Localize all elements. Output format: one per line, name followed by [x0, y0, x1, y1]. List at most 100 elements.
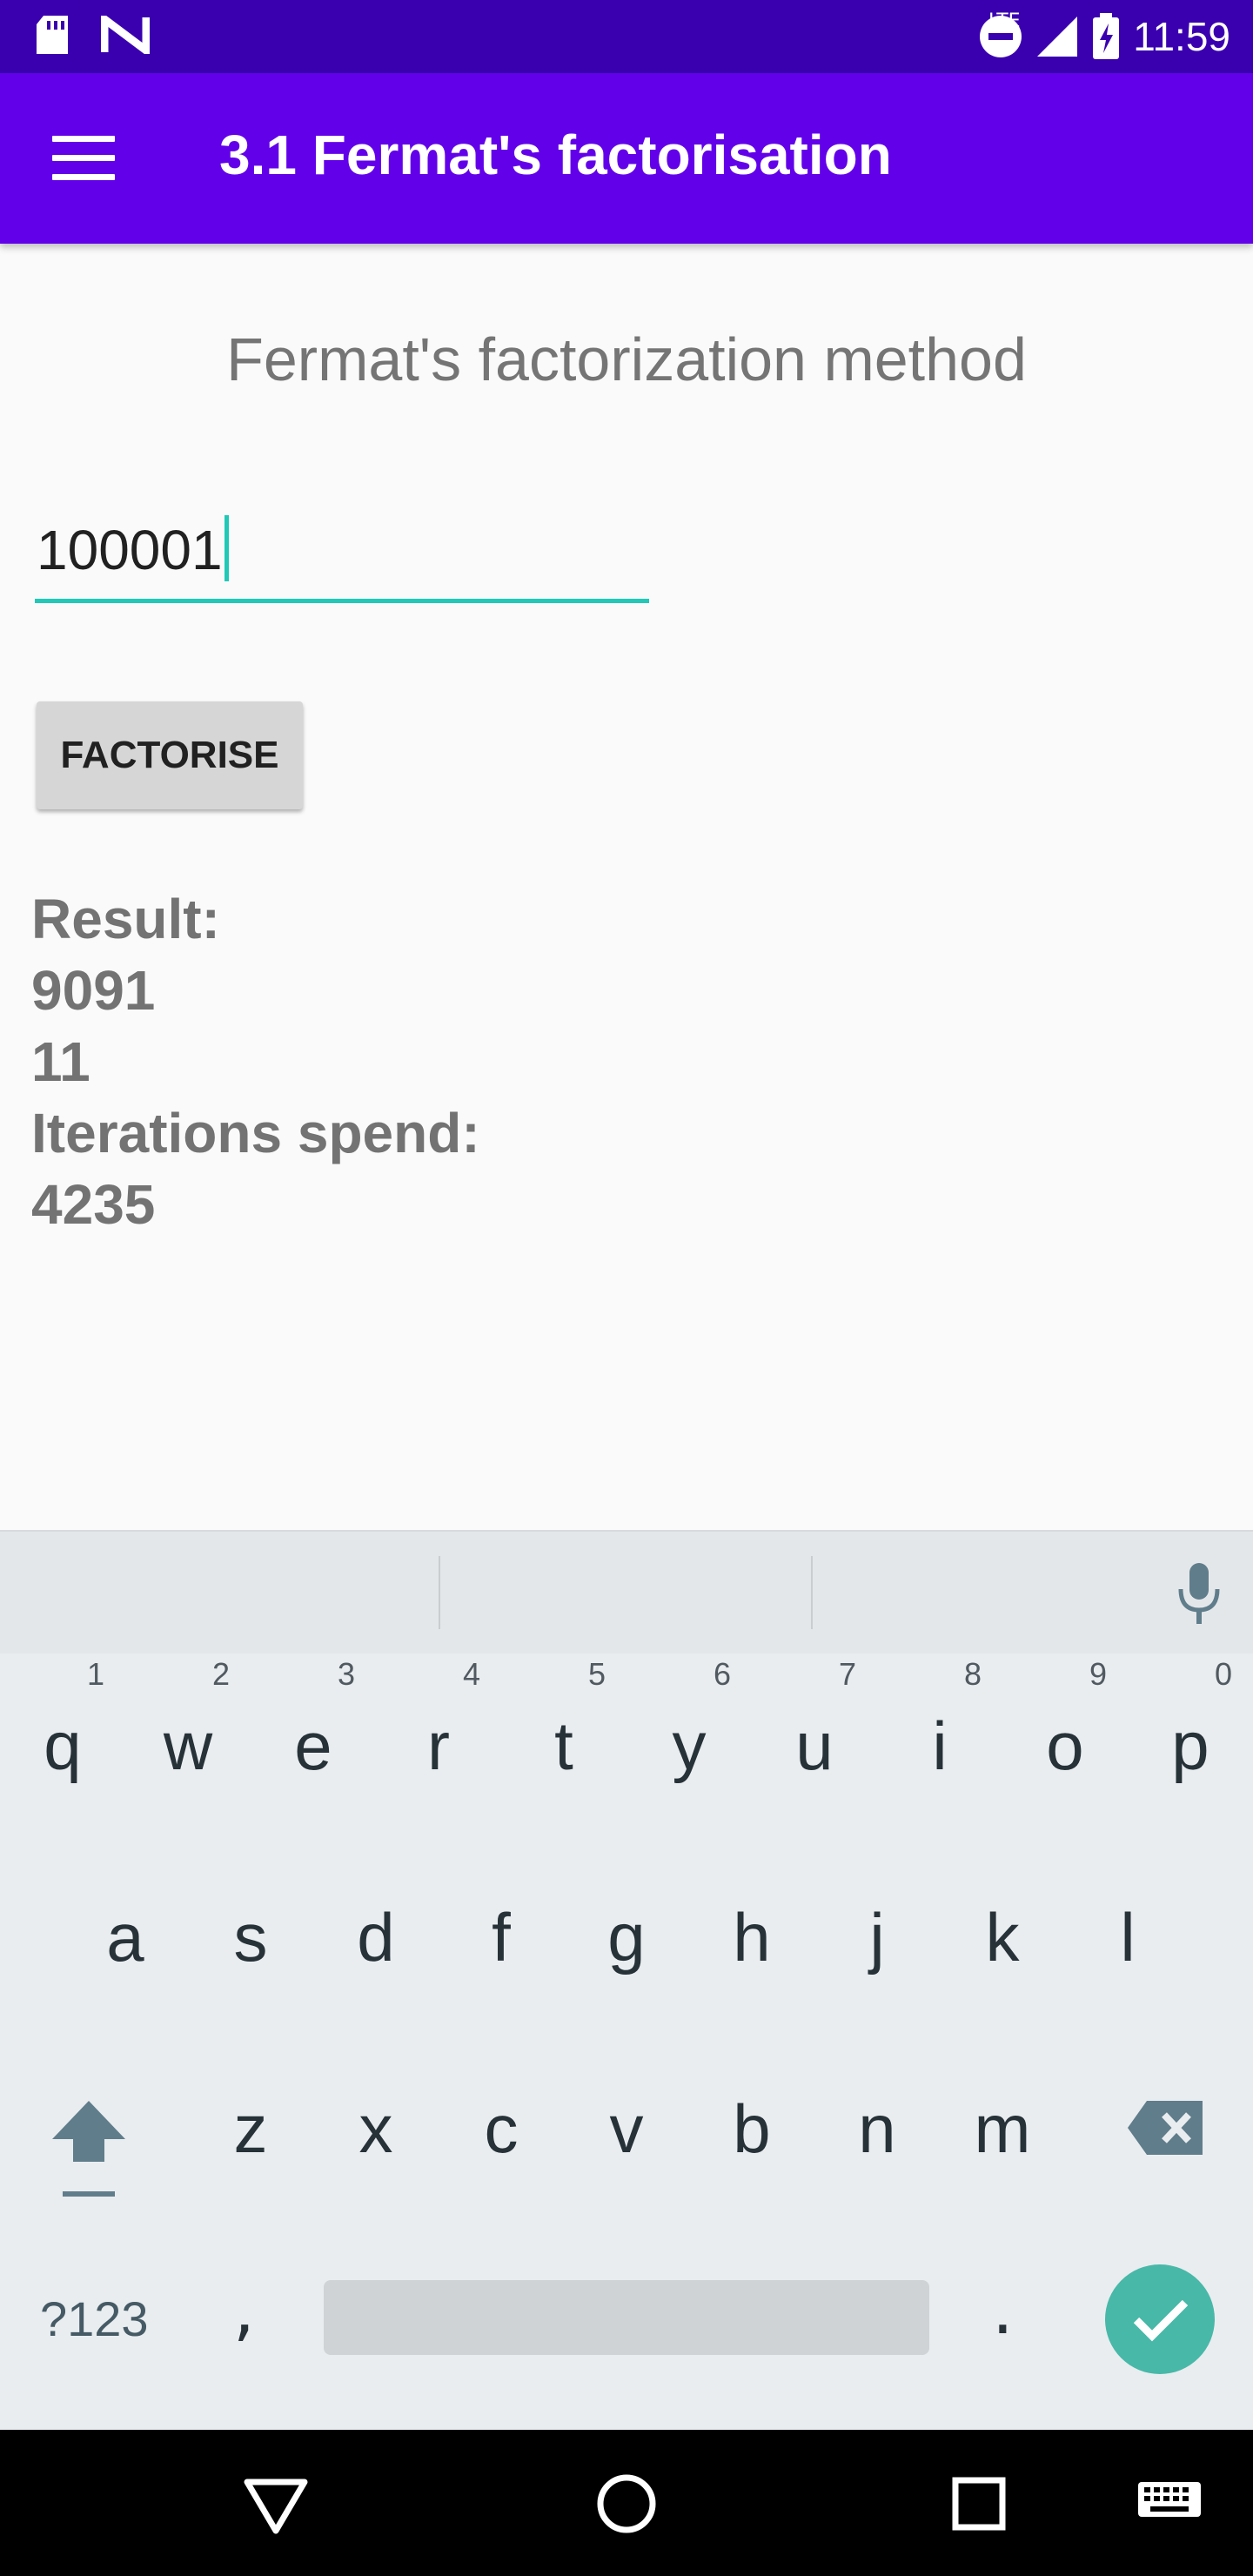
page-title: 3.1 Fermat's factorisation [219, 124, 892, 186]
result-panel: Result: 9091 11 Iterations spend: 4235 [31, 883, 480, 1240]
key-t[interactable]: 5t [501, 1652, 626, 1843]
battery-charging-icon [1093, 13, 1120, 59]
key-hint-number: 2 [211, 1656, 230, 1692]
factorise-button[interactable]: FACTORISE [37, 701, 303, 809]
key-h[interactable]: h [689, 1843, 814, 2035]
key-l[interactable]: l [1065, 1843, 1190, 2035]
key-hint-number: 7 [838, 1656, 856, 1692]
key-s[interactable]: s [188, 1843, 313, 2035]
key-label: m [974, 2090, 1031, 2167]
key-label: h [733, 1899, 771, 1976]
comma-key[interactable]: , [233, 2271, 255, 2350]
key-n[interactable]: n [814, 2035, 940, 2226]
key-label: j [869, 1899, 885, 1976]
key-w[interactable]: 2w [125, 1652, 251, 1843]
key-g[interactable]: g [564, 1843, 689, 2035]
key-label: s [233, 1899, 268, 1976]
space-bar[interactable] [324, 2280, 929, 2355]
key-c[interactable]: c [439, 2035, 564, 2226]
key-k[interactable]: k [940, 1843, 1065, 2035]
key-z[interactable]: z [188, 2035, 313, 2226]
method-heading: Fermat's factorization method [226, 325, 1027, 393]
key-label: k [985, 1899, 1020, 1976]
key-label: t [554, 1707, 573, 1784]
key-label: e [294, 1707, 332, 1784]
key-hint-number: 4 [462, 1656, 480, 1692]
recents-icon[interactable] [931, 2456, 1027, 2552]
key-label: r [427, 1707, 450, 1784]
period-key[interactable]: . [992, 2271, 1014, 2350]
key-label: n [858, 2090, 896, 2167]
text-caret [224, 515, 229, 581]
keyboard-switch-icon[interactable] [1131, 2456, 1227, 2552]
factor-1-value: 9091 [31, 959, 156, 1022]
key-label: y [672, 1707, 707, 1784]
factor-2-value: 11 [31, 1030, 90, 1093]
key-o[interactable]: 9o [1002, 1652, 1128, 1843]
key-label: b [733, 2090, 771, 2167]
key-hint-number: 9 [1089, 1656, 1107, 1692]
key-hint-number: 5 [587, 1656, 606, 1692]
checkmark-icon [1133, 2299, 1189, 2342]
key-hint-number: 6 [713, 1656, 731, 1692]
suggestion-strip [0, 1530, 1253, 1654]
enter-key[interactable] [1105, 2264, 1215, 2374]
navigation-bar [0, 2430, 1253, 2576]
iterations-label: Iterations spend: [31, 1102, 480, 1164]
key-hint-number: 8 [963, 1656, 982, 1692]
shift-icon[interactable] [47, 2096, 131, 2204]
key-label: v [609, 2090, 644, 2167]
key-label: i [932, 1707, 948, 1784]
microphone-icon[interactable] [1175, 1561, 1223, 1626]
key-d[interactable]: d [313, 1843, 439, 2035]
on-screen-keyboard: 1q2w3e4r5t6y7u8i9o0p asdfghjkl zxcvbnm ?… [0, 1530, 1253, 2430]
key-label: u [795, 1707, 834, 1784]
key-y[interactable]: 6y [626, 1652, 752, 1843]
key-label: x [358, 2090, 393, 2167]
hamburger-menu-icon[interactable] [52, 136, 115, 181]
key-r[interactable]: 4r [376, 1652, 501, 1843]
key-q[interactable]: 1q [0, 1652, 125, 1843]
home-icon[interactable] [579, 2456, 674, 2552]
n-notification-icon [101, 16, 150, 54]
key-x[interactable]: x [313, 2035, 439, 2226]
iterations-value: 4235 [31, 1173, 156, 1236]
suggestion-divider [439, 1556, 440, 1629]
key-label: w [163, 1707, 213, 1784]
key-label: q [44, 1707, 82, 1784]
key-label: p [1171, 1707, 1209, 1784]
key-p[interactable]: 0p [1128, 1652, 1253, 1843]
sd-card-icon [37, 16, 68, 54]
clock: 11:59 [1133, 14, 1230, 59]
key-m[interactable]: m [940, 2035, 1065, 2226]
key-e[interactable]: 3e [251, 1652, 376, 1843]
key-b[interactable]: b [689, 2035, 814, 2226]
back-icon[interactable] [228, 2456, 324, 2552]
key-v[interactable]: v [564, 2035, 689, 2226]
key-label: l [1120, 1899, 1136, 1976]
key-label: f [492, 1899, 511, 1976]
key-hint-number: 3 [337, 1656, 355, 1692]
key-hint-number: 0 [1214, 1656, 1232, 1692]
key-hint-number: 1 [86, 1656, 104, 1692]
key-label: g [607, 1899, 646, 1976]
key-label: c [484, 2090, 519, 2167]
key-label: a [106, 1899, 144, 1976]
do-not-disturb-icon [980, 16, 1022, 57]
symbols-key[interactable]: ?123 [40, 2289, 149, 2350]
backspace-icon[interactable] [1126, 2099, 1206, 2157]
key-label: z [233, 2090, 268, 2167]
status-bar: LTE 11:59 [0, 0, 1253, 73]
key-a[interactable]: a [63, 1843, 188, 2035]
result-label: Result: [31, 888, 220, 950]
number-input[interactable]: 100001 [35, 503, 649, 603]
key-label: d [357, 1899, 395, 1976]
key-j[interactable]: j [814, 1843, 940, 2035]
suggestion-divider [811, 1556, 813, 1629]
key-label: o [1046, 1707, 1084, 1784]
app-bar: 3.1 Fermat's factorisation [0, 73, 1253, 244]
key-i[interactable]: 8i [877, 1652, 1002, 1843]
key-f[interactable]: f [439, 1843, 564, 2035]
number-input-value: 100001 [37, 515, 229, 585]
key-u[interactable]: 7u [752, 1652, 877, 1843]
